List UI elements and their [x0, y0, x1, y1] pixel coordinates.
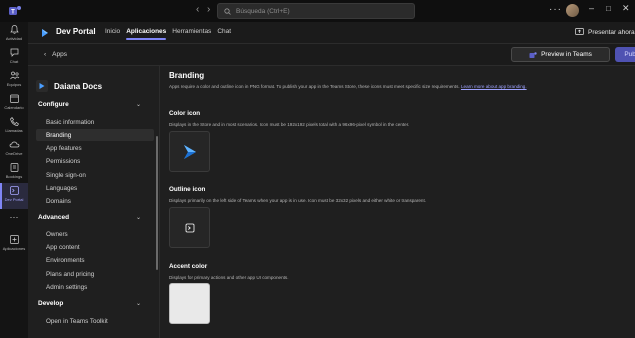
- cloud-icon: [9, 141, 19, 148]
- outline-icon-upload[interactable]: [169, 207, 210, 248]
- chevron-down-icon[interactable]: ⌄: [136, 214, 141, 221]
- section-configure[interactable]: Configure: [38, 101, 69, 108]
- chevron-left-icon: ‹: [44, 51, 47, 58]
- learn-more-link[interactable]: Learn more about app branding.: [461, 84, 527, 89]
- active-indicator: [0, 183, 2, 209]
- nav-scrollbar[interactable]: [156, 136, 158, 270]
- nav-item-open-in-teams-toolkit[interactable]: Open in Teams Toolkit: [36, 315, 154, 327]
- nav-item-app-content[interactable]: App content: [36, 241, 154, 253]
- search-placeholder: Búsqueda (Ctrl+E): [236, 7, 290, 15]
- section-develop[interactable]: Develop: [38, 300, 63, 307]
- app-config-nav: Daiana Docs Configure ⌄ Basic informatio…: [28, 66, 160, 338]
- rail-label: Calendario: [4, 105, 24, 110]
- accent-color-desc: Displays for primary actions and other a…: [169, 275, 289, 280]
- accent-color-title: Accent color: [169, 263, 208, 270]
- color-icon-desc: Displays in the Store and in most scenar…: [169, 122, 410, 127]
- svg-text:T: T: [11, 10, 15, 16]
- share-screen-icon: [575, 28, 584, 35]
- nav-app-title: Daiana Docs: [54, 81, 103, 91]
- dev-portal-logo-icon: [42, 29, 48, 37]
- color-app-icon: [183, 144, 196, 159]
- chevron-down-icon[interactable]: ⌄: [136, 101, 141, 108]
- tab-herramientas[interactable]: Herramientas: [172, 28, 211, 40]
- teams-icon: [9, 71, 19, 80]
- more-options-icon[interactable]: ···: [549, 4, 562, 15]
- branding-intro-text: Apps require a color and outline icon in…: [169, 84, 460, 89]
- rail-item-aplicaciones[interactable]: Aplicaciones: [0, 232, 28, 258]
- tab-aplicaciones[interactable]: Aplicaciones: [126, 28, 167, 40]
- app-chevron-icon: [39, 83, 45, 89]
- page-title: Branding: [169, 71, 205, 80]
- dev-portal-icon: [9, 186, 19, 195]
- nav-item-owners[interactable]: Owners: [36, 228, 154, 240]
- rail-label: Equipos: [6, 82, 22, 87]
- close-icon[interactable]: ✕: [622, 3, 630, 14]
- title-bar: T ‹ › Búsqueda (Ctrl+E) ··· – □ ✕: [0, 0, 635, 22]
- more-icon: ···: [9, 212, 19, 222]
- nav-item-permissions[interactable]: Permissions: [36, 155, 154, 167]
- chat-icon: [10, 48, 18, 57]
- nav-item-branding[interactable]: Branding: [36, 129, 154, 141]
- nav-item-domains[interactable]: Domains: [36, 195, 154, 207]
- tab-chat[interactable]: Chat: [217, 28, 231, 40]
- section-advanced[interactable]: Advanced: [38, 214, 69, 221]
- search-input[interactable]: Búsqueda (Ctrl+E): [217, 3, 415, 19]
- minimize-icon[interactable]: –: [589, 3, 594, 13]
- preview-label: Preview in Teams: [541, 51, 592, 58]
- nav-app-header: Daiana Docs: [36, 80, 102, 92]
- nav-item-environments[interactable]: Environments: [36, 254, 154, 266]
- nav-item-admin-settings[interactable]: Admin settings: [36, 281, 154, 293]
- forward-arrow-icon[interactable]: ›: [207, 4, 210, 15]
- rail-label: Actividad: [5, 36, 23, 41]
- calendar-icon: [9, 94, 19, 103]
- rail-label: Aplicaciones: [2, 246, 26, 251]
- nav-item-single-sign-on[interactable]: Single sign-on: [36, 169, 154, 181]
- app-rail: Actividad Chat Equipos Calendario Llamad…: [0, 22, 28, 338]
- apps-icon: [9, 235, 19, 244]
- present-now-button[interactable]: Presentar ahora: [575, 28, 635, 36]
- avatar[interactable]: [566, 4, 579, 17]
- back-label: Apps: [52, 51, 67, 58]
- bell-icon: [9, 25, 19, 34]
- nav-item-plans-and-pricing[interactable]: Plans and pricing: [36, 268, 154, 280]
- app-icon: [36, 80, 48, 92]
- search-icon: [224, 7, 231, 15]
- present-now-label: Presentar ahora: [588, 28, 635, 36]
- teams-logo-icon: T: [9, 6, 21, 16]
- rail-label: OneDrive: [5, 151, 23, 156]
- rail-label: Llamadas: [5, 128, 23, 133]
- chevron-down-icon[interactable]: ⌄: [136, 300, 141, 307]
- preview-in-teams-button[interactable]: Preview in Teams: [511, 47, 610, 62]
- teams-icon: [529, 51, 537, 58]
- rail-label: Chat: [9, 59, 19, 64]
- phone-icon: [9, 116, 19, 126]
- outline-icon-desc: Displays primarily on the left side of T…: [169, 198, 427, 203]
- nav-item-app-features[interactable]: App features: [36, 142, 154, 154]
- maximize-icon[interactable]: □: [606, 4, 611, 13]
- color-icon-upload[interactable]: [169, 131, 210, 172]
- branding-intro: Apps require a color and outline icon in…: [169, 84, 527, 89]
- back-arrow-icon[interactable]: ‹: [196, 4, 199, 15]
- branding-content: Branding Apps require a color and outlin…: [160, 66, 635, 338]
- rail-item-dev-portal[interactable]: Dev Portal: [0, 183, 28, 209]
- app-name: Dev Portal: [56, 27, 96, 36]
- rail-label: Dev Portal: [4, 197, 24, 202]
- accent-color-swatch[interactable]: [169, 283, 210, 324]
- app-tabs: Inicio Aplicaciones Herramientas Chat: [105, 28, 231, 40]
- publish-button[interactable]: Publish: [615, 47, 635, 62]
- outline-app-icon: [185, 223, 194, 232]
- rail-item-more[interactable]: ···: [0, 212, 28, 226]
- outline-icon-title: Outline icon: [169, 186, 206, 193]
- rail-label: Bookings: [5, 174, 23, 179]
- color-icon-title: Color icon: [169, 110, 201, 117]
- toolbar: ‹ Apps Preview in Teams Publish: [28, 44, 635, 66]
- tab-inicio[interactable]: Inicio: [105, 28, 120, 40]
- bookings-icon: [10, 163, 18, 172]
- nav-item-basic-information[interactable]: Basic information: [36, 116, 154, 128]
- nav-item-languages[interactable]: Languages: [36, 182, 154, 194]
- app-header: Dev Portal Inicio Aplicaciones Herramien…: [28, 22, 635, 44]
- back-to-apps-button[interactable]: ‹ Apps: [44, 51, 67, 58]
